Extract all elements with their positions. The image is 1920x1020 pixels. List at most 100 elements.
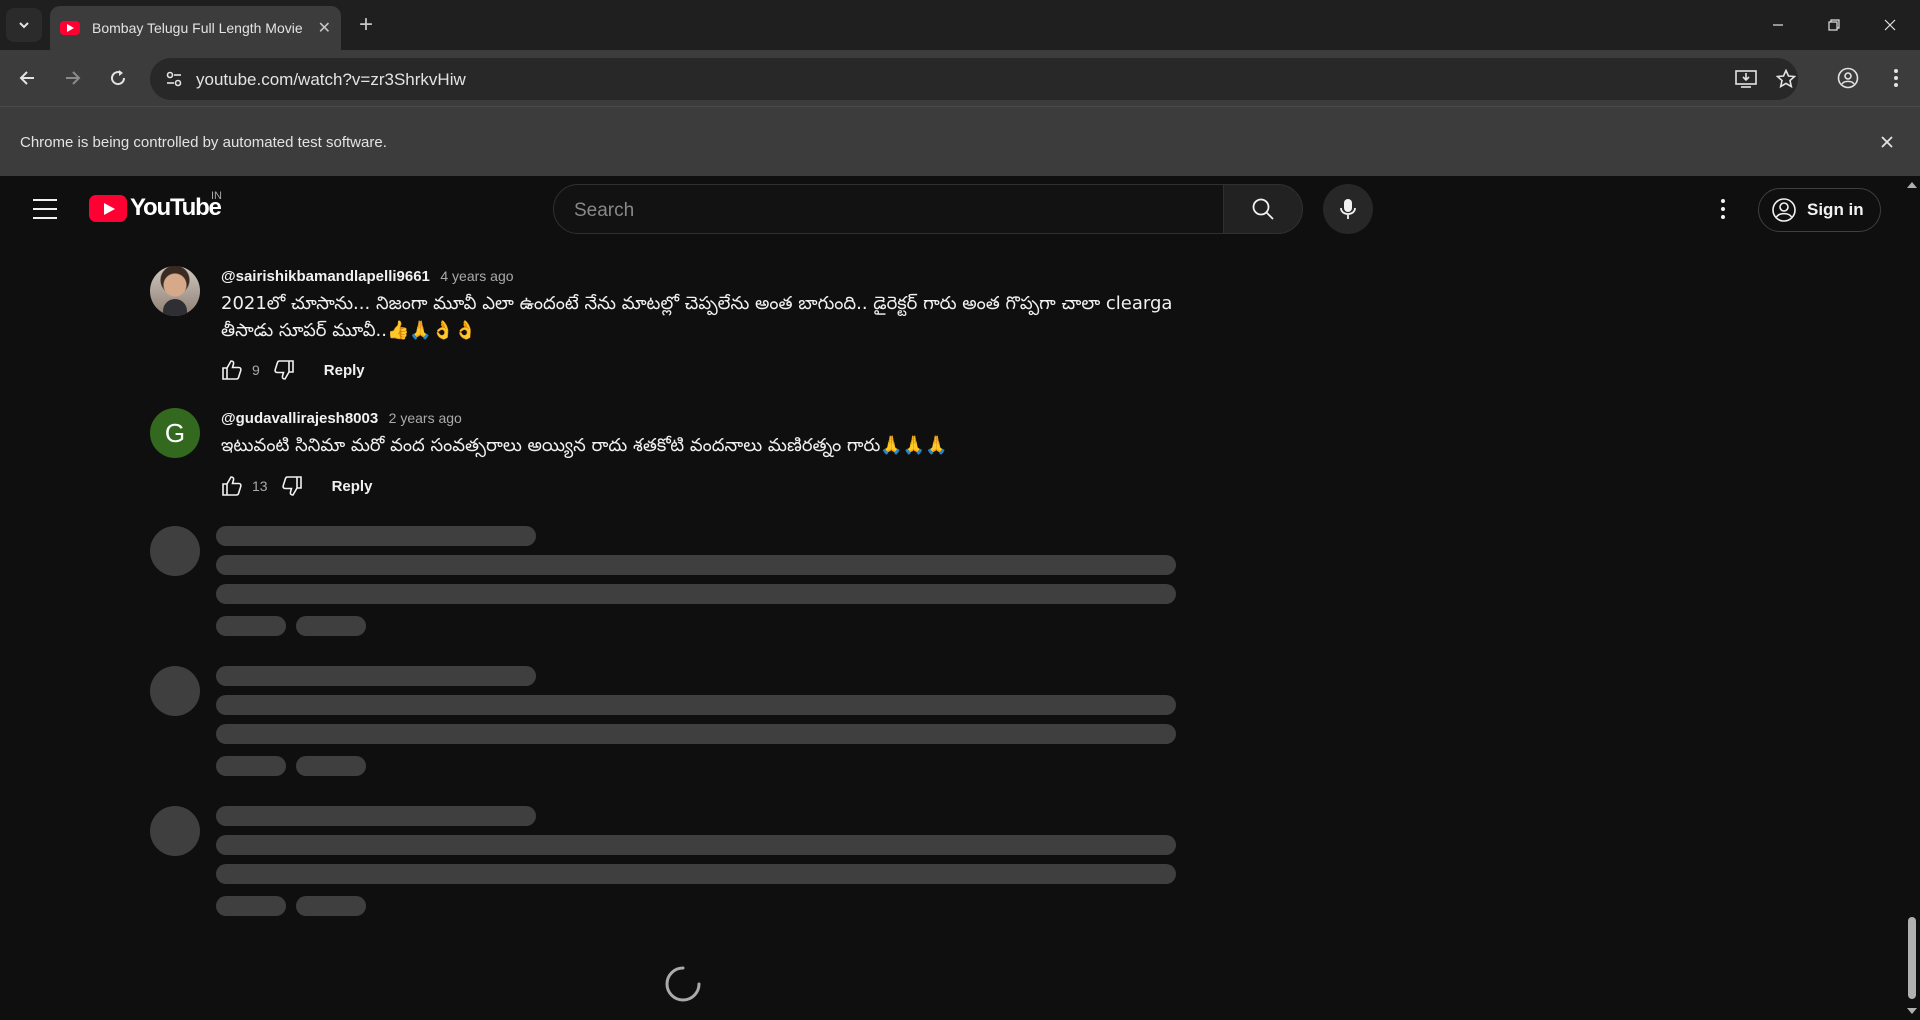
- voice-search-button[interactable]: [1323, 184, 1373, 234]
- comment-timestamp[interactable]: 2 years ago: [389, 410, 462, 426]
- search-input[interactable]: Search: [553, 184, 1225, 234]
- scrollbar-thumb[interactable]: [1908, 917, 1916, 999]
- skeleton-button: [216, 616, 286, 636]
- url-text: youtube.com/watch?v=zr3ShrkvHiw: [196, 70, 466, 89]
- microphone-icon: [1340, 199, 1356, 219]
- arrow-right-icon: [66, 71, 81, 85]
- comment-skeleton: [150, 666, 1180, 806]
- skeleton-line: [216, 555, 1176, 575]
- scroll-down-icon[interactable]: [1904, 1004, 1920, 1018]
- install-app-button[interactable]: [1734, 67, 1758, 91]
- tab-title: Bombay Telugu Full Length Movie: [92, 20, 303, 36]
- minimize-icon: [1773, 24, 1783, 26]
- skeleton-line: [216, 526, 536, 546]
- comment-skeleton: [150, 526, 1180, 666]
- close-icon: [1884, 19, 1896, 31]
- skeleton-avatar: [150, 806, 200, 856]
- skeleton-line: [216, 835, 1176, 855]
- tune-icon: [166, 71, 182, 87]
- youtube-masthead: YouTube IN Search Sign in: [0, 176, 1904, 242]
- comment-author[interactable]: @sairishikbamandlapelli9661: [221, 268, 430, 285]
- region-code: IN: [211, 190, 222, 202]
- sign-in-label: Sign in: [1807, 200, 1864, 219]
- chrome-menu-button[interactable]: [1880, 62, 1912, 94]
- comment-thread: G @gudavallirajesh8003 2 years ago ఇటువం…: [150, 408, 1180, 508]
- automation-infobar: Chrome is being controlled by automated …: [0, 106, 1920, 176]
- skeleton-line: [216, 724, 1176, 744]
- forward-button[interactable]: [56, 62, 88, 94]
- reload-button[interactable]: [102, 62, 134, 94]
- comment-header: @gudavallirajesh8003 2 years ago: [221, 410, 462, 428]
- skeleton-line: [216, 864, 1176, 884]
- skeleton-button: [216, 896, 286, 916]
- address-bar[interactable]: youtube.com/watch?v=zr3ShrkvHiw: [150, 58, 1798, 100]
- thumbs-down-icon: [281, 476, 302, 496]
- restore-button[interactable]: [1806, 0, 1862, 50]
- sign-in-button[interactable]: Sign in: [1758, 188, 1881, 232]
- comment-timestamp[interactable]: 4 years ago: [440, 268, 513, 284]
- reply-button[interactable]: Reply: [324, 362, 365, 379]
- new-tab-button[interactable]: +: [352, 12, 380, 40]
- skeleton-avatar: [150, 526, 200, 576]
- like-button[interactable]: [216, 470, 248, 502]
- profile-button[interactable]: [1832, 62, 1864, 94]
- skeleton-avatar: [150, 666, 200, 716]
- comment-skeleton: [150, 806, 1180, 946]
- avatar[interactable]: [150, 266, 200, 316]
- comment-text: 2021లో చూసాను... నిజంగా మూవీ ఎలా ఉందంటే …: [221, 293, 1173, 341]
- minimize-button[interactable]: [1750, 0, 1806, 50]
- loading-spinner-icon: [665, 966, 701, 1002]
- skeleton-button: [216, 756, 286, 776]
- infobar-close-button[interactable]: [1874, 129, 1900, 155]
- guide-menu-button[interactable]: [28, 196, 62, 222]
- comment-header: @sairishikbamandlapelli9661 4 years ago: [221, 268, 514, 286]
- infobar-message: Chrome is being controlled by automated …: [20, 134, 387, 151]
- settings-menu-button[interactable]: [1706, 191, 1740, 227]
- search-button[interactable]: [1223, 184, 1303, 234]
- account-circle-icon: [1837, 67, 1859, 89]
- comment-thread: @sairishikbamandlapelli9661 4 years ago …: [150, 266, 1180, 386]
- skeleton-button: [296, 616, 366, 636]
- chevron-down-icon: [19, 22, 29, 29]
- thumbs-up-icon: [222, 360, 242, 380]
- tab-close-icon[interactable]: ✕: [318, 18, 331, 38]
- skeleton-line: [216, 806, 536, 826]
- youtube-favicon-icon: [60, 21, 80, 35]
- arrow-left-icon: [19, 71, 34, 85]
- tab-search-button[interactable]: [6, 8, 42, 42]
- comment-author[interactable]: @gudavallirajesh8003: [221, 410, 378, 427]
- more-vert-icon: [1894, 69, 1898, 87]
- site-info-button[interactable]: [160, 65, 188, 93]
- search-icon: [1252, 198, 1274, 220]
- close-window-button[interactable]: [1862, 0, 1918, 50]
- browser-tab-strip: Bombay Telugu Full Length Movie ✕ +: [0, 0, 1920, 50]
- avatar[interactable]: G: [150, 408, 200, 458]
- browser-tab-active[interactable]: Bombay Telugu Full Length Movie ✕: [50, 6, 341, 50]
- like-count: 13: [252, 478, 268, 494]
- youtube-logo-text: YouTube: [130, 194, 222, 221]
- dislike-button[interactable]: [276, 470, 308, 502]
- skeleton-line: [216, 584, 1176, 604]
- dislike-button[interactable]: [268, 354, 300, 386]
- reply-button[interactable]: Reply: [332, 478, 373, 495]
- scroll-up-icon[interactable]: [1904, 178, 1920, 192]
- account-circle-icon: [1772, 198, 1796, 222]
- comment-text: ఇటువంటి సినిమా మరో వంద సంవత్సరాలు అయ్యిన…: [221, 435, 948, 456]
- youtube-play-logo-icon: [89, 194, 127, 222]
- reload-icon: [111, 70, 126, 86]
- comment-actions: 9 Reply: [216, 352, 365, 388]
- youtube-logo[interactable]: YouTube: [89, 194, 222, 222]
- comment-actions: 13 Reply: [216, 468, 372, 504]
- star-icon: [1776, 69, 1796, 89]
- skeleton-line: [216, 695, 1176, 715]
- search-placeholder: Search: [574, 200, 635, 221]
- like-button[interactable]: [216, 354, 248, 386]
- back-button[interactable]: [12, 62, 44, 94]
- skeleton-button: [296, 756, 366, 776]
- page-scrollbar[interactable]: [1904, 176, 1920, 1020]
- restore-icon: [1828, 19, 1840, 31]
- skeleton-line: [216, 666, 536, 686]
- bookmark-button[interactable]: [1774, 67, 1798, 91]
- skeleton-button: [296, 896, 366, 916]
- install-icon: [1735, 70, 1757, 88]
